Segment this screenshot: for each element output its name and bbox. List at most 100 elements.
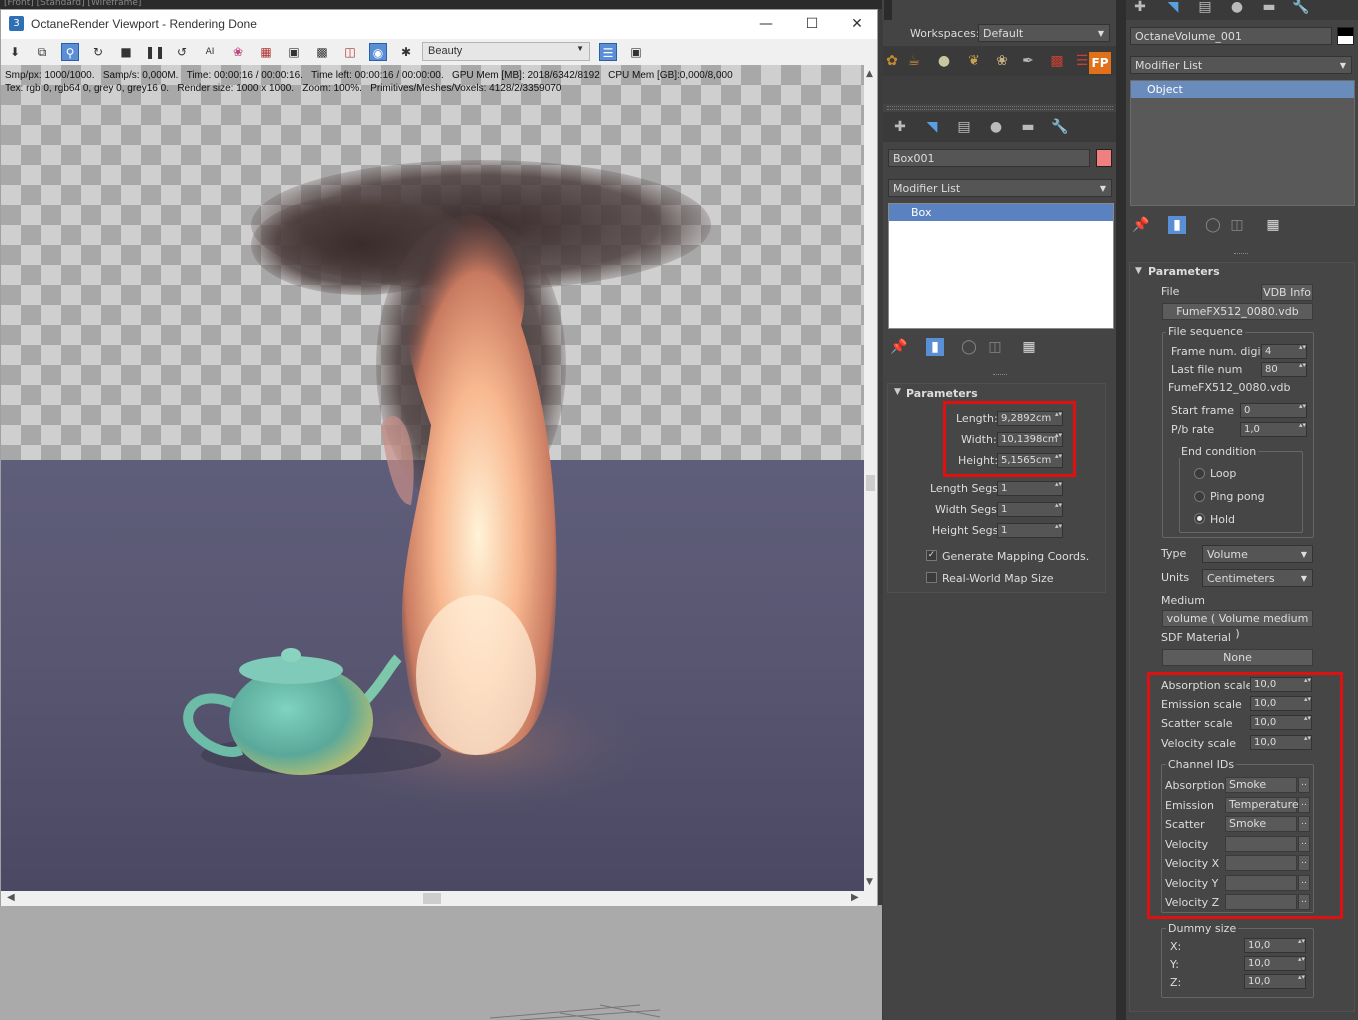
settings-icon[interactable]: ✱ bbox=[397, 43, 415, 61]
hold-radio[interactable] bbox=[1194, 513, 1205, 524]
width-spinner[interactable]: 10,1398cm bbox=[997, 432, 1063, 447]
configure-icon[interactable]: ▦ bbox=[1020, 338, 1038, 356]
chart-icon[interactable]: ▩ bbox=[1048, 52, 1066, 70]
trash-icon[interactable]: ◫ bbox=[986, 338, 1004, 356]
workspace-select[interactable]: Default ▼ bbox=[978, 24, 1110, 42]
scroll-thumb-v[interactable] bbox=[866, 475, 875, 491]
frame-digits-spinner[interactable]: 4 bbox=[1261, 344, 1307, 359]
height-segs-spinner[interactable]: 1 bbox=[997, 523, 1063, 538]
object-color-swatch[interactable] bbox=[1337, 27, 1354, 45]
stack-item-box[interactable]: Box bbox=[889, 204, 1113, 221]
copy-icon[interactable]: ⧉ bbox=[33, 43, 51, 61]
channel-velocity-x-field[interactable] bbox=[1225, 855, 1297, 871]
channel-absorption-field[interactable]: Smoke bbox=[1225, 777, 1297, 793]
film-icon[interactable]: ▩ bbox=[313, 43, 331, 61]
channel-velocity-x-browse[interactable]: .. bbox=[1298, 855, 1310, 871]
modify-tab-icon[interactable]: ◥ bbox=[923, 118, 941, 136]
collapse-arrow-icon[interactable]: ▼ bbox=[1135, 266, 1142, 276]
panel-separator[interactable] bbox=[1116, 0, 1126, 1020]
start-frame-spinner[interactable]: 0 bbox=[1240, 403, 1307, 418]
modifier-list-select[interactable]: Modifier List ▼ bbox=[1130, 56, 1352, 74]
gen-mapping-checkbox[interactable]: ✓ bbox=[926, 550, 937, 561]
channel-velocity-z-browse[interactable]: .. bbox=[1298, 894, 1310, 910]
utilities-tab-icon[interactable]: 🔧 bbox=[1292, 0, 1310, 16]
loop-radio[interactable] bbox=[1194, 468, 1205, 479]
chevron-down-icon[interactable]: ▼ bbox=[866, 877, 873, 887]
channel-absorption-browse[interactable]: .. bbox=[1298, 777, 1310, 793]
modify-tab-icon[interactable]: ◥ bbox=[1164, 0, 1182, 16]
feather-icon[interactable]: ❦ bbox=[965, 52, 983, 70]
object-name-field[interactable]: OctaneVolume_001 bbox=[1130, 27, 1332, 45]
list-view-icon[interactable]: ☰ bbox=[599, 43, 617, 61]
maximize-button[interactable]: ☐ bbox=[789, 10, 835, 39]
render-pass-select[interactable]: Beauty ▼ bbox=[422, 42, 590, 61]
real-world-checkbox[interactable] bbox=[926, 572, 937, 583]
channel-velocity-field[interactable] bbox=[1225, 836, 1297, 852]
fp-icon[interactable]: FP bbox=[1089, 52, 1111, 74]
show-end-result-icon[interactable]: ▮ bbox=[1168, 216, 1186, 234]
channel-velocity-y-field[interactable] bbox=[1225, 875, 1297, 891]
create-tab-icon[interactable]: ✚ bbox=[1131, 0, 1149, 16]
channel-velocity-z-field[interactable] bbox=[1225, 894, 1297, 910]
collapse-arrow-icon[interactable]: ▼ bbox=[894, 387, 901, 397]
bend-icon[interactable]: ✿ bbox=[883, 52, 901, 70]
vertical-scrollbar[interactable]: ▲ ▼ bbox=[864, 65, 877, 891]
camera-icon[interactable]: ◉ bbox=[369, 43, 387, 61]
scatter-scale-spinner[interactable]: 10,0 bbox=[1250, 715, 1312, 730]
sdf-material-button[interactable]: None bbox=[1162, 649, 1313, 666]
file-button[interactable]: FumeFX512_0080.vdb bbox=[1162, 303, 1313, 320]
save-icon[interactable]: ⬇ bbox=[6, 43, 24, 61]
object-name-field[interactable]: Box001 bbox=[888, 149, 1090, 167]
image-icon[interactable]: ▣ bbox=[627, 43, 645, 61]
grid-icon[interactable]: ▦ bbox=[257, 43, 275, 61]
camera-region-icon[interactable]: ◫ bbox=[341, 43, 359, 61]
channel-scatter-field[interactable]: Smoke bbox=[1225, 816, 1297, 832]
dummy-x-spinner[interactable]: 10,0 bbox=[1244, 938, 1306, 953]
ai-light-icon[interactable]: AI bbox=[201, 43, 219, 61]
pin-icon[interactable]: 📌 bbox=[890, 338, 908, 356]
teapot-icon[interactable]: ☕ bbox=[905, 52, 923, 70]
trash-icon[interactable]: ◫ bbox=[1228, 216, 1246, 234]
display-tab-icon[interactable]: ▬ bbox=[1019, 118, 1037, 136]
width-segs-spinner[interactable]: 1 bbox=[997, 502, 1063, 517]
refresh-icon[interactable]: ↻ bbox=[89, 43, 107, 61]
chevron-left-icon[interactable]: ◀ bbox=[7, 892, 15, 903]
height-spinner[interactable]: 5,1565cm bbox=[997, 453, 1063, 468]
minimize-button[interactable]: — bbox=[743, 10, 789, 39]
last-file-spinner[interactable]: 80 bbox=[1261, 362, 1307, 377]
type-select[interactable]: Volume ▼ bbox=[1202, 545, 1313, 563]
modifier-stack[interactable]: Box bbox=[888, 203, 1114, 329]
max-viewport-background[interactable] bbox=[0, 905, 882, 1020]
display-tab-icon[interactable]: ▬ bbox=[1260, 0, 1278, 16]
dummy-z-spinner[interactable]: 10,0 bbox=[1244, 974, 1306, 989]
sphere-icon[interactable]: ● bbox=[935, 52, 953, 70]
scroll-thumb-h[interactable] bbox=[423, 893, 441, 904]
chevron-up-icon[interactable]: ▲ bbox=[866, 69, 873, 79]
make-unique-icon[interactable]: ◯ bbox=[1204, 216, 1222, 234]
monitor-icon[interactable]: ▣ bbox=[285, 43, 303, 61]
render-image[interactable]: Smp/px: 1000/1000. Samp/s: 0,000M. Time:… bbox=[1, 65, 864, 891]
lock-icon[interactable]: ■ bbox=[117, 43, 135, 61]
title-bar[interactable]: 3 OctaneRender Viewport - Rendering Done… bbox=[1, 10, 877, 39]
motion-tab-icon[interactable]: ● bbox=[1228, 0, 1246, 16]
vdb-info-button[interactable]: VDB Info bbox=[1261, 284, 1313, 301]
channel-velocity-browse[interactable]: .. bbox=[1298, 836, 1310, 852]
units-select[interactable]: Centimeters ▼ bbox=[1202, 569, 1313, 587]
emission-scale-spinner[interactable]: 10,0 bbox=[1250, 696, 1312, 711]
utilities-tab-icon[interactable]: 🔧 bbox=[1051, 118, 1069, 136]
ping-pong-radio[interactable] bbox=[1194, 491, 1205, 502]
zoom-icon[interactable]: ⚲ bbox=[61, 43, 79, 61]
dummy-y-spinner[interactable]: 10,0 bbox=[1244, 956, 1306, 971]
hierarchy-tab-icon[interactable]: ▤ bbox=[1196, 0, 1214, 16]
show-end-result-icon[interactable]: ▮ bbox=[926, 338, 944, 356]
collapse-handle[interactable] bbox=[1234, 253, 1248, 257]
configure-icon[interactable]: ▦ bbox=[1264, 216, 1282, 234]
collapse-handle[interactable] bbox=[993, 374, 1007, 378]
motion-tab-icon[interactable]: ● bbox=[987, 118, 1005, 136]
restart-icon[interactable]: ↺ bbox=[173, 43, 191, 61]
medium-button[interactable]: volume ( Volume medium ) bbox=[1162, 610, 1313, 640]
horizontal-scrollbar[interactable]: ◀ ▶ bbox=[1, 891, 877, 906]
paint-icon[interactable]: ✒ bbox=[1019, 52, 1037, 70]
velocity-scale-spinner[interactable]: 10,0 bbox=[1250, 735, 1312, 750]
make-unique-icon[interactable]: ◯ bbox=[960, 338, 978, 356]
